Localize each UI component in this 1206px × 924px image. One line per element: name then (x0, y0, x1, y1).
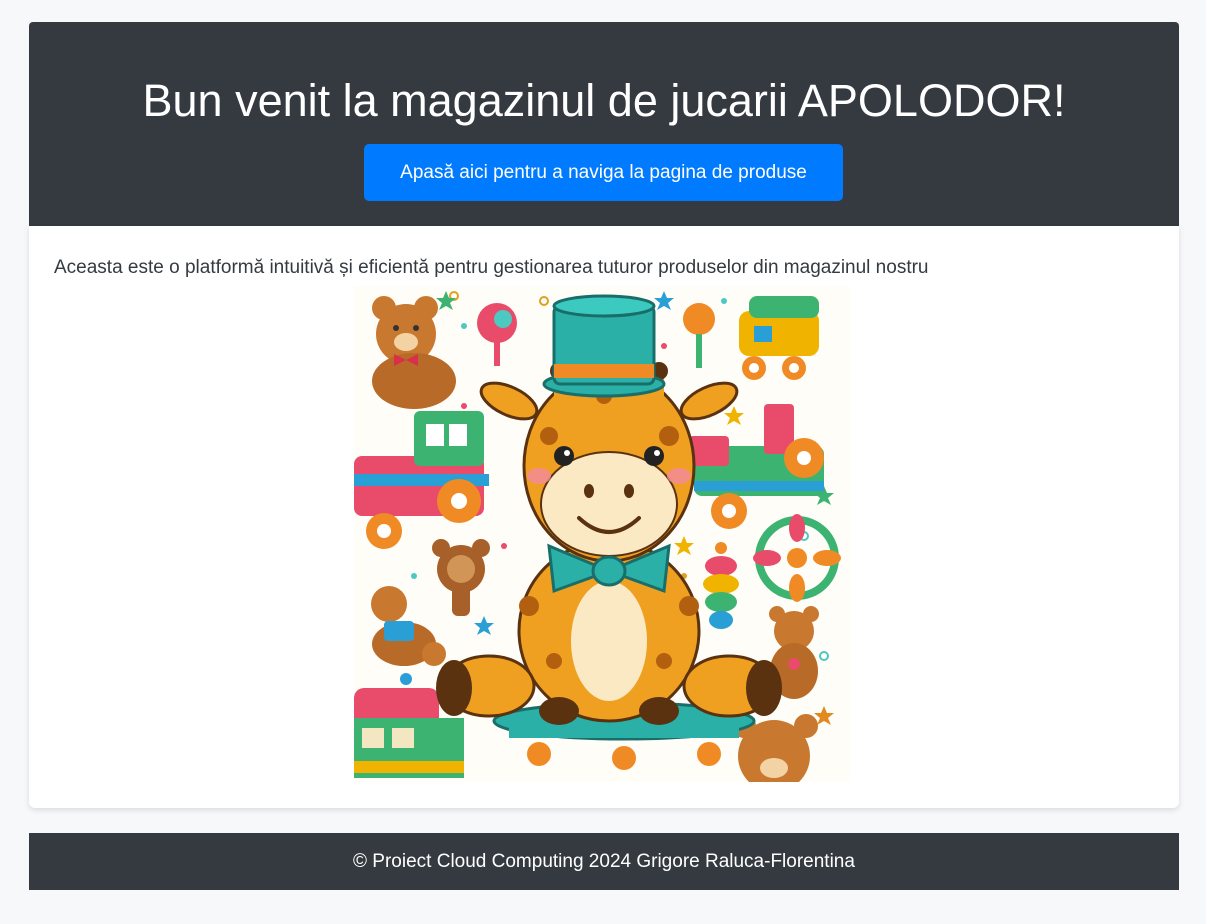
page-title: Bun venit la magazinul de jucarii APOLOD… (142, 75, 1066, 126)
toys-illustration (354, 286, 850, 782)
teddy-bear-icon (371, 586, 446, 666)
page-footer: © Proiect Cloud Computing 2024 Grigore R… (29, 833, 1179, 890)
main-content: Aceasta este o platformă intuitivă și ef… (29, 226, 1179, 808)
platform-description: Aceasta este o platformă intuitivă și ef… (54, 257, 929, 278)
products-page-button[interactable]: Apasă aici pentru a naviga la pagina de … (364, 144, 843, 201)
toy-train-icon (689, 404, 824, 529)
bear-cookie-icon (432, 539, 490, 616)
toy-train-icon (354, 411, 489, 549)
stacking-toy-icon (703, 542, 739, 629)
footer-text: © Proiect Cloud Computing 2024 Grigore R… (353, 851, 855, 872)
teether-ring-icon (753, 514, 841, 602)
page-header: Bun venit la magazinul de jucarii APOLOD… (29, 22, 1179, 226)
lollipop-icon (683, 303, 715, 368)
toy-train-icon (739, 296, 819, 380)
rattle-icon (477, 303, 517, 366)
giraffe-icon (436, 294, 782, 770)
teddy-bear-icon (372, 296, 456, 409)
